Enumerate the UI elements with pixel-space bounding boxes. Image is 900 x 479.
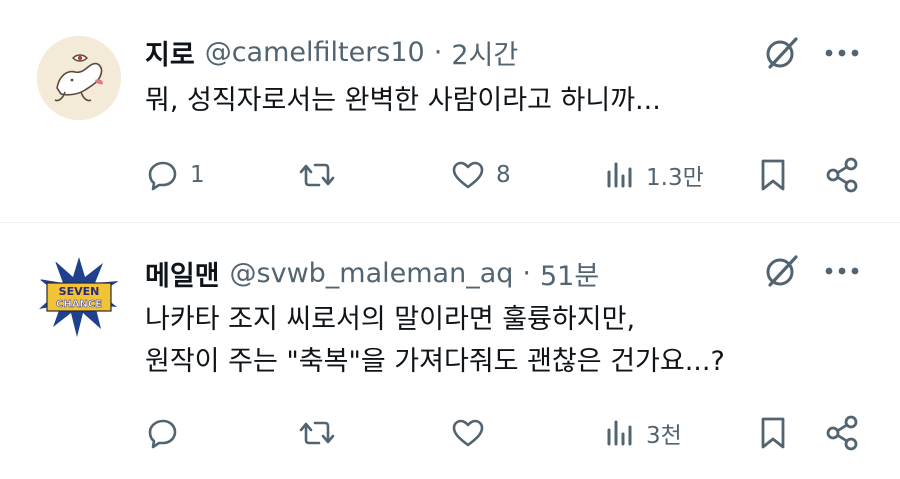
- avatar[interactable]: [37, 36, 121, 120]
- views-button[interactable]: 1.3만: [602, 153, 704, 197]
- share-icon: [823, 156, 861, 194]
- tweet[interactable]: 지로 @camelfilters10 · 2시간 뭐, 성직자로서는 완벽한 사…: [0, 0, 900, 222]
- tweet-text-line: 뭐, 성직자로서는 완벽한 사람이라고 하니까...: [145, 85, 661, 116]
- like-icon: [450, 158, 486, 192]
- tweet-text-line: 원작이 주는 "축복"을 가져다줘도 괜찮은 건가요...?: [145, 346, 725, 377]
- views-count: 3천: [646, 423, 682, 449]
- more-icon[interactable]: [820, 249, 864, 293]
- views-icon: [602, 158, 636, 192]
- share-icon: [823, 414, 861, 452]
- tweet-text: 나카타 조지 씨로서의 말이라면 훌륭하지만, 원작이 주는 "축복"을 가져다…: [145, 299, 845, 383]
- bookmark-icon: [756, 157, 790, 193]
- timestamp[interactable]: 51분: [540, 254, 599, 293]
- retweet-icon: [298, 158, 336, 192]
- grok-icon[interactable]: [760, 31, 804, 75]
- views-count: 1.3만: [646, 165, 704, 191]
- more-icon[interactable]: [820, 31, 864, 75]
- reply-icon: [146, 416, 180, 450]
- retweet-button[interactable]: [298, 153, 346, 197]
- reply-icon: [146, 158, 180, 192]
- display-name[interactable]: 지로: [145, 33, 195, 72]
- retweet-icon: [298, 416, 336, 450]
- avatar[interactable]: SEVEN CHANCE: [37, 255, 121, 339]
- tweet-text-line: 나카타 조지 씨로서의 말이라면 훌륭하지만,: [145, 304, 636, 335]
- user-handle[interactable]: @camelfilters10: [205, 37, 425, 68]
- user-handle[interactable]: @svwb_maleman_aq: [230, 258, 514, 289]
- like-button[interactable]: [450, 411, 496, 455]
- tweet-text: 뭐, 성직자로서는 완벽한 사람이라고 하니까...: [145, 80, 845, 122]
- views-button[interactable]: 3천: [602, 411, 682, 455]
- grok-icon[interactable]: [760, 249, 804, 293]
- bookmark-icon: [756, 415, 790, 451]
- bookmark-button[interactable]: [756, 153, 790, 197]
- reply-feed: 지로 @camelfilters10 · 2시간 뭐, 성직자로서는 완벽한 사…: [0, 0, 900, 479]
- share-button[interactable]: [823, 153, 861, 197]
- bookmark-button[interactable]: [756, 411, 790, 455]
- like-count: 8: [496, 162, 511, 188]
- like-button[interactable]: 8: [450, 153, 511, 197]
- avatar-text: CHANCE: [56, 299, 102, 310]
- tweet[interactable]: SEVEN CHANCE 메일맨 @svwb_maleman_aq · 51분 …: [0, 223, 900, 479]
- action-bar: 3천: [0, 411, 900, 455]
- tweet-header: 지로 @camelfilters10 · 2시간: [145, 32, 518, 72]
- timestamp[interactable]: 2시간: [451, 33, 518, 72]
- retweet-button[interactable]: [298, 411, 346, 455]
- views-icon: [602, 416, 636, 450]
- tweet-header: 메일맨 @svwb_maleman_aq · 51분: [145, 253, 599, 293]
- like-icon: [450, 416, 486, 450]
- separator: ·: [522, 257, 531, 289]
- share-button[interactable]: [823, 411, 861, 455]
- reply-button[interactable]: 1: [146, 153, 205, 197]
- avatar-text: SEVEN: [59, 285, 100, 298]
- separator: ·: [433, 36, 443, 68]
- action-bar: 1 8 1.3만: [0, 153, 900, 197]
- display-name[interactable]: 메일맨: [145, 254, 220, 293]
- reply-button[interactable]: [146, 411, 190, 455]
- reply-count: 1: [190, 162, 205, 188]
